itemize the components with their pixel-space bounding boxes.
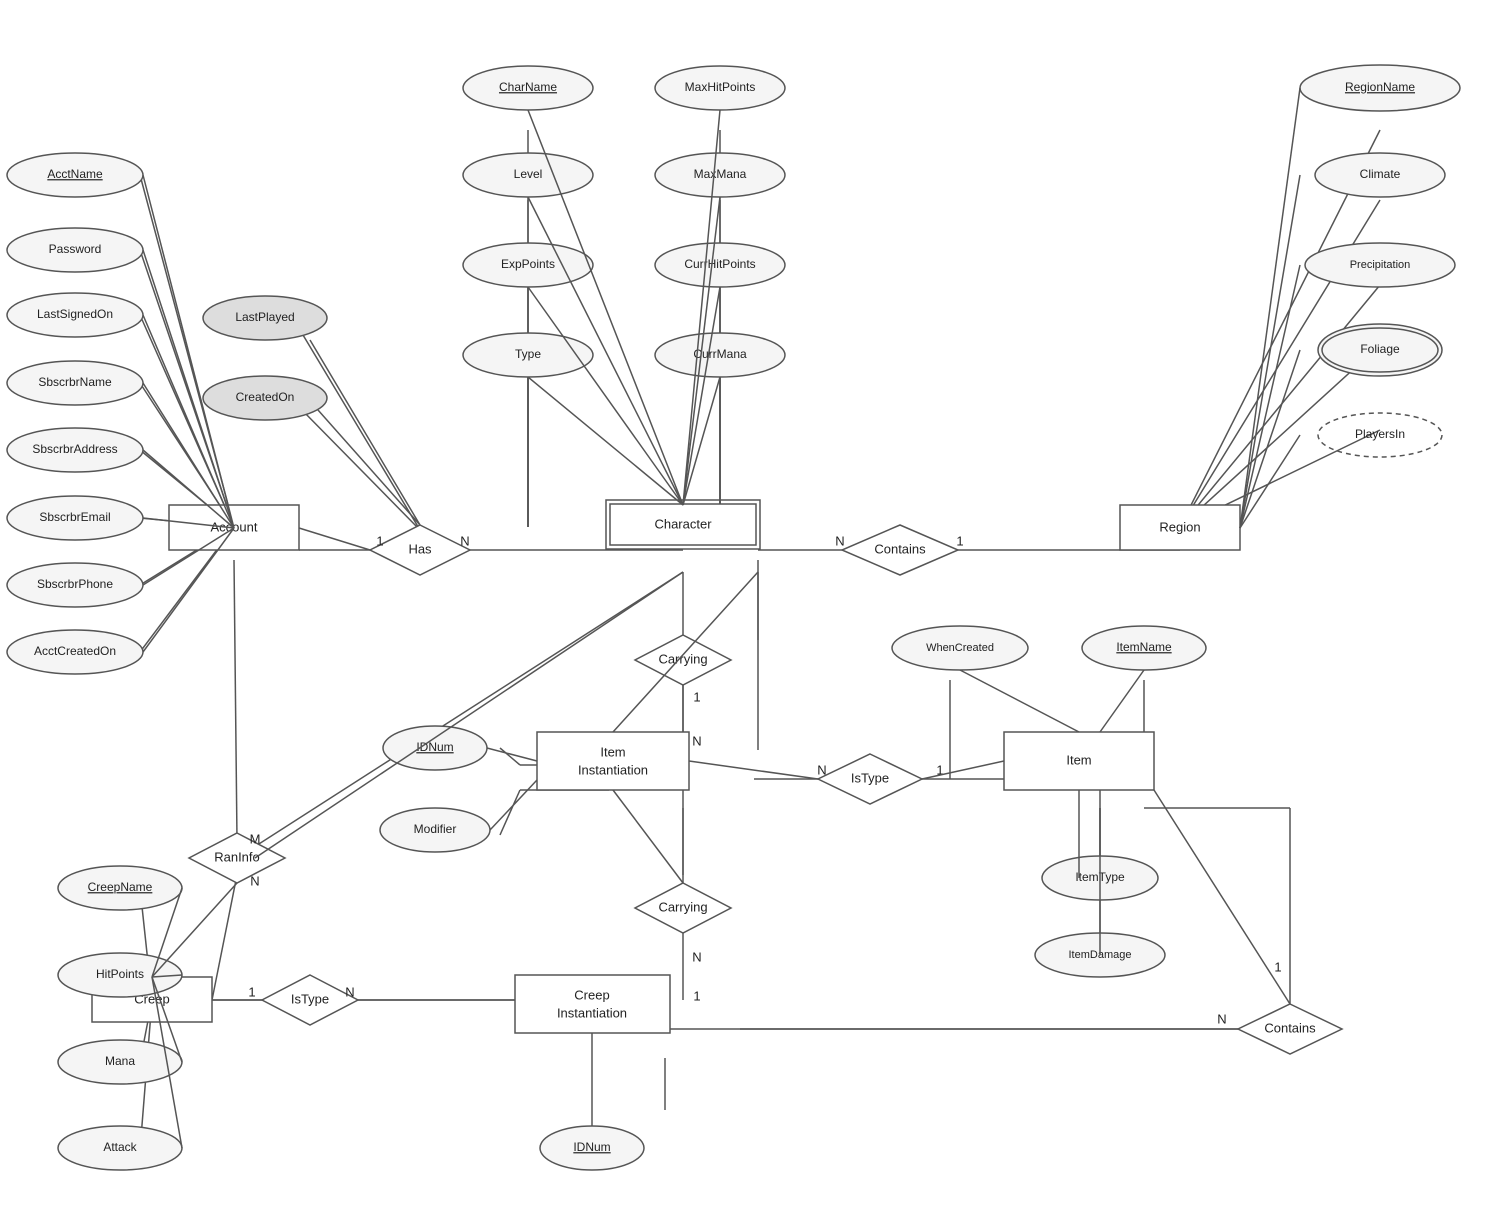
er-diagram: AccountCharacterRegionItemItemInstantiat… <box>0 0 1500 1228</box>
svg-text:CreatedOn: CreatedOn <box>236 390 295 404</box>
svg-text:Instantiation: Instantiation <box>557 1005 627 1020</box>
svg-text:Type: Type <box>515 347 541 361</box>
svg-text:N: N <box>460 533 469 548</box>
svg-text:1: 1 <box>376 533 383 548</box>
svg-text:Foliage: Foliage <box>1360 342 1400 356</box>
svg-text:HitPoints: HitPoints <box>96 967 144 981</box>
svg-text:N: N <box>692 949 701 964</box>
svg-text:Creep: Creep <box>574 987 609 1002</box>
svg-text:N: N <box>250 873 259 888</box>
er-diagram-svg: AccountCharacterRegionItemItemInstantiat… <box>0 0 1500 1228</box>
svg-text:Precipitation: Precipitation <box>1350 259 1411 271</box>
svg-text:Item: Item <box>600 744 625 759</box>
svg-text:IsType: IsType <box>851 770 889 785</box>
svg-text:Has: Has <box>408 541 432 556</box>
svg-text:LastSignedOn: LastSignedOn <box>37 307 113 321</box>
svg-text:Attack: Attack <box>103 1140 137 1154</box>
svg-text:MaxHitPoints: MaxHitPoints <box>685 80 756 94</box>
svg-text:Carrying: Carrying <box>658 899 707 914</box>
svg-text:SbscrbrAddress: SbscrbrAddress <box>32 442 117 456</box>
svg-text:Item: Item <box>1066 752 1091 767</box>
svg-text:MaxMana: MaxMana <box>694 167 747 181</box>
svg-text:N: N <box>817 762 826 777</box>
svg-text:SbscrbrPhone: SbscrbrPhone <box>37 577 113 591</box>
svg-text:1: 1 <box>1274 959 1281 974</box>
svg-text:ItemName: ItemName <box>1116 640 1172 654</box>
svg-text:CurrHitPoints: CurrHitPoints <box>684 257 755 271</box>
svg-text:Region: Region <box>1159 519 1200 534</box>
svg-text:IDNum: IDNum <box>573 1140 610 1154</box>
svg-text:LastPlayed: LastPlayed <box>235 310 294 324</box>
svg-text:M: M <box>250 831 261 846</box>
svg-text:CharName: CharName <box>499 80 557 94</box>
svg-text:SbscrbrName: SbscrbrName <box>38 375 112 389</box>
svg-text:Mana: Mana <box>105 1054 135 1068</box>
svg-text:RegionName: RegionName <box>1345 80 1415 94</box>
svg-text:1: 1 <box>956 533 963 548</box>
svg-text:WhenCreated: WhenCreated <box>926 642 994 654</box>
svg-text:1: 1 <box>248 984 255 999</box>
svg-text:AcctName: AcctName <box>47 167 103 181</box>
svg-text:Contains: Contains <box>874 541 926 556</box>
svg-text:RanInfo: RanInfo <box>214 849 260 864</box>
svg-text:PlayersIn: PlayersIn <box>1355 427 1405 441</box>
svg-text:Modifier: Modifier <box>414 822 457 836</box>
svg-text:IsType: IsType <box>291 991 329 1006</box>
svg-text:1: 1 <box>693 988 700 1003</box>
svg-text:AcctCreatedOn: AcctCreatedOn <box>34 644 116 658</box>
svg-text:Character: Character <box>654 516 712 531</box>
svg-text:Contains: Contains <box>1264 1020 1316 1035</box>
svg-text:N: N <box>692 733 701 748</box>
svg-text:Climate: Climate <box>1360 167 1401 181</box>
svg-text:N: N <box>345 984 354 999</box>
svg-text:Instantiation: Instantiation <box>578 762 648 777</box>
svg-text:CreepName: CreepName <box>88 880 153 894</box>
svg-text:Password: Password <box>49 242 102 256</box>
svg-text:N: N <box>1217 1011 1226 1026</box>
svg-text:N: N <box>835 533 844 548</box>
svg-text:ExpPoints: ExpPoints <box>501 257 555 271</box>
svg-text:1: 1 <box>693 689 700 704</box>
svg-text:SbscrbrEmail: SbscrbrEmail <box>39 510 110 524</box>
svg-text:Level: Level <box>514 167 543 181</box>
